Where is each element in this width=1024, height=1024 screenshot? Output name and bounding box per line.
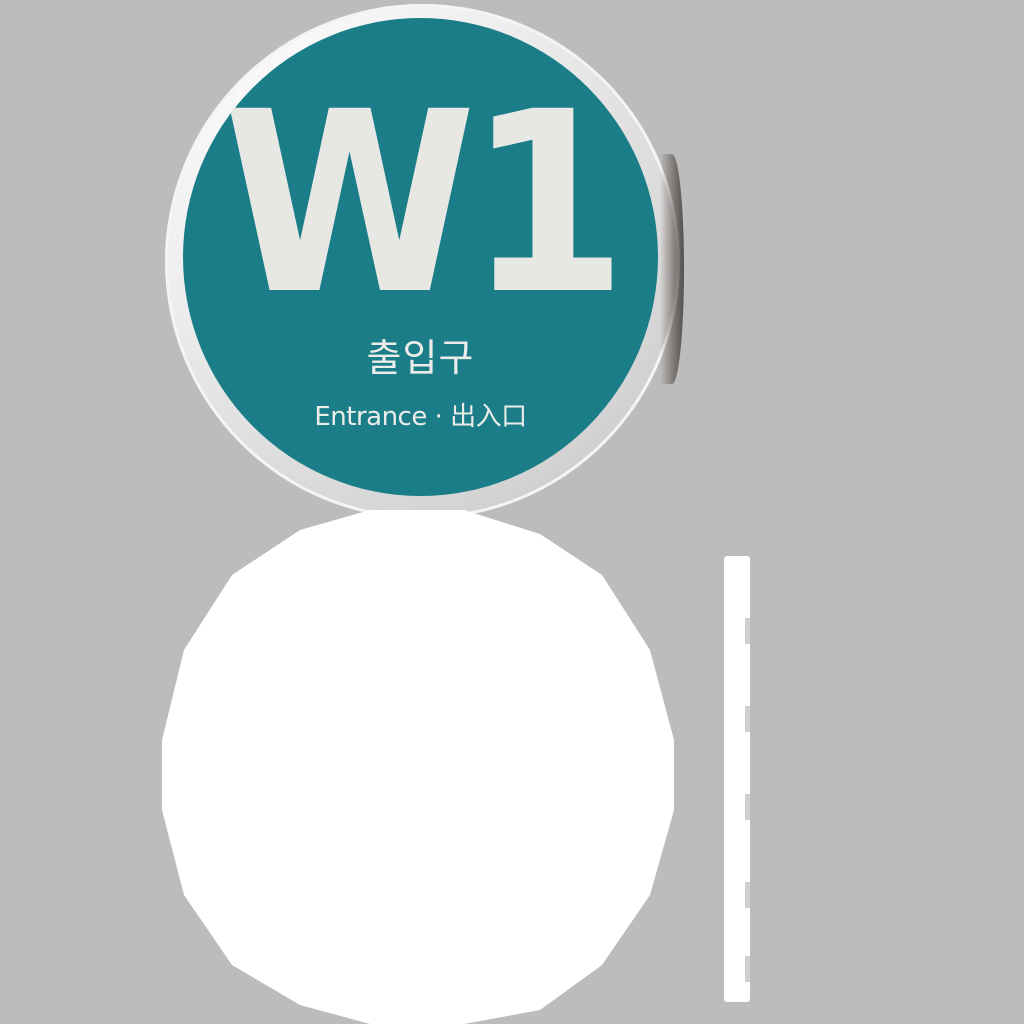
sign-front-face: W1 출입구 Entrance · 出入口	[165, 4, 684, 519]
sign-rim-shadow	[660, 154, 684, 384]
sign-korean-label: 출입구	[366, 336, 475, 380]
edge-strip-tick	[745, 794, 750, 820]
edge-strip-tick	[745, 956, 750, 982]
sign-back-face	[162, 510, 674, 1024]
edge-strip-tick	[745, 618, 750, 644]
sign-english-label: Entrance · 出入口	[314, 402, 527, 432]
edge-strip-tick	[745, 706, 750, 732]
texture-canvas: W1 출입구 Entrance · 出入口	[0, 0, 1024, 1024]
sign-back-polygon	[162, 510, 674, 1024]
sign-edge-strip	[724, 556, 750, 1002]
sign-title: W1	[222, 58, 628, 349]
edge-strip-tick	[745, 882, 750, 908]
sign-teal-disc: W1 출입구 Entrance · 出入口	[183, 18, 658, 496]
